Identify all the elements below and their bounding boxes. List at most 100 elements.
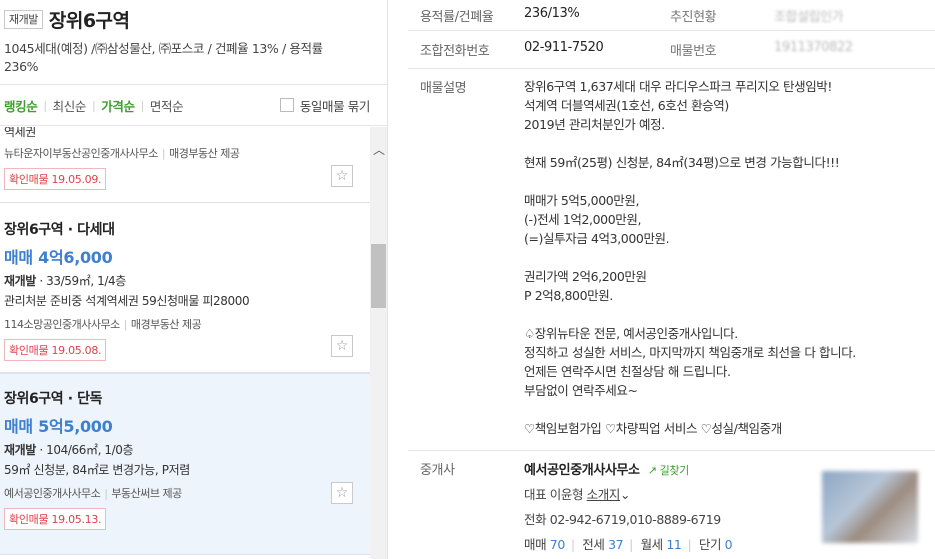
favorite-star-icon[interactable]: ☆ xyxy=(331,165,353,187)
listing-number: 1911370822 xyxy=(774,40,853,55)
union-phone: 02-911-7520 xyxy=(524,40,604,55)
description-line: (-)전세 1억2,000만원, xyxy=(524,212,642,227)
lease-count[interactable]: 37 xyxy=(608,537,624,552)
description-line: 현재 59㎡(25평) 신청분, 84㎡(34평)으로 변경 가능합니다!!! xyxy=(524,155,840,170)
listing-title: 장위6구역 · 단독 xyxy=(4,391,103,407)
listing-description: 관리처분 준비중 석계역세권 59신청매물 피28000 xyxy=(4,294,250,308)
sale-count[interactable]: 70 xyxy=(550,537,566,552)
data-provider: 부동산써브 제공 xyxy=(111,487,182,500)
description-line: 언제든 연락주시면 친절상담 해 드립니다. xyxy=(524,364,731,379)
broker-name: 예서공인중개사사무소 xyxy=(524,463,640,478)
broker-rep: 대표 이윤형 소개지⌄ xyxy=(524,484,734,503)
monthly-count-label: 월세 xyxy=(640,537,664,552)
detail-panel: 용적률/건폐율 236/13% 추진현황 조합설립인가 조합전화번호 02-91… xyxy=(408,0,935,559)
agent-name: 뉴타운자이부동산공인중개사사무소 xyxy=(4,147,158,160)
confirmed-badge: 확인매물 19.05.13. xyxy=(4,508,107,530)
sort-divider: | xyxy=(140,98,145,112)
description-line: P 2억8,800만원. xyxy=(524,288,613,303)
description-line: 장위6구역 1,637세대 대우 라디우스파크 푸리지오 탄생임박! xyxy=(524,79,833,94)
listing-list: 역세권 뉴타운자이부동산공인중개사사무소 | 매경부동산 제공 확인매물 19.05… xyxy=(0,127,370,559)
monthly-count[interactable]: 11 xyxy=(666,537,682,552)
directions-label: 길찾기 xyxy=(659,464,690,477)
listing-type: 재개발 xyxy=(4,443,36,457)
list-item[interactable]: 역세권 뉴타운자이부동산공인중개사사무소 | 매경부동산 제공 확인매물 19.05… xyxy=(0,127,370,203)
sort-divider: | xyxy=(43,98,47,112)
description-line: ♡책임보험가입 ♡차량픽업 서비스 ♡성실/책임중개 xyxy=(524,421,782,436)
phone-label: 조합전화번호 xyxy=(420,44,490,59)
short-count-label: 단기 xyxy=(698,537,722,552)
description-line: (=)실투자금 4억3,000만원. xyxy=(524,231,670,246)
same-listing-toggle[interactable]: 동일매물 묶기 xyxy=(279,96,371,115)
list-item-selected[interactable]: 장위6구역 · 단독 매매 5억5,000 재개발 · 104/66㎡, 1/0… xyxy=(0,373,370,555)
listing-agent: 114소망공인중개사사무소 | 매경부동산 제공 xyxy=(4,318,202,331)
listing-type: 재개발 xyxy=(4,274,36,288)
description-label: 매물설명 xyxy=(420,81,467,96)
sort-bar: 랭킹순 | 최신순 | 가격순 | 면적순 동일매물 묶기 xyxy=(0,84,387,126)
agent-name: 예서공인중개사사무소 xyxy=(4,487,101,500)
data-provider: 매경부동산 제공 xyxy=(130,318,202,331)
sale-count-label: 매매 xyxy=(524,537,547,552)
directions-link[interactable]: ↗ 길찾기 xyxy=(648,464,689,477)
listing-spec: 재개발 · 104/66㎡, 1/0층 xyxy=(4,441,370,458)
favorite-star-icon[interactable]: ☆ xyxy=(331,335,353,357)
listing-scrollbar[interactable]: ︿ xyxy=(370,127,387,559)
intro-link[interactable]: 소개지 xyxy=(587,487,621,502)
sort-area[interactable]: 면적순 xyxy=(150,96,184,115)
description-line xyxy=(524,134,856,153)
description-row: 매물설명 장위6구역 1,637세대 대우 라디우스파크 푸리지오 탄생임박! … xyxy=(408,69,935,451)
ratio-label: 용적률/건폐율 xyxy=(420,9,494,25)
agent-name: 114소망공인중개사사무소 xyxy=(4,318,120,331)
sort-latest[interactable]: 최신순 xyxy=(53,96,87,115)
listing-area-floor: · 33/59㎡, 1/4층 xyxy=(35,274,126,288)
description-text: 장위6구역 1,637세대 대우 라디우스파크 푸리지오 탄생임박! 석계역 더… xyxy=(524,77,856,450)
description-line: 매매가 5억5,000만원, xyxy=(524,193,640,208)
same-listing-label: 동일매물 묶기 xyxy=(299,98,371,114)
sort-divider: | xyxy=(91,98,96,112)
broker-phone: 전화 02-942-6719,010-8889-6719 xyxy=(524,512,721,527)
chevron-down-icon[interactable]: ⌄ xyxy=(620,487,630,502)
progress-value: 조합설립인가 xyxy=(774,9,844,25)
progress-label: 추진현황 xyxy=(670,9,717,25)
representative: 대표 이윤형 xyxy=(524,487,584,502)
listing-agent: 예서공인중개사사무소 | 부동산써브 제공 xyxy=(4,487,182,500)
broker-label: 중개사 xyxy=(420,463,455,478)
panel-gutter xyxy=(388,0,408,559)
listing-spec: 재개발 · 33/59㎡, 1/4층 xyxy=(4,272,370,289)
sort-price[interactable]: 가격순 xyxy=(101,96,135,115)
same-listing-checkbox[interactable] xyxy=(279,98,294,112)
description-line: 권리가액 2억6,200만원 xyxy=(524,269,647,284)
description-line xyxy=(524,248,856,267)
description-line: ♤장위뉴타운 전문, 예서공인중개사입니다. xyxy=(524,326,738,341)
description-line: 정직하고 성실한 서비스, 마지막까지 책임중개로 최선을 다 합니다. xyxy=(524,345,856,360)
listing-description: 59㎡ 신청분, 84㎡로 변경가능, P저렴 xyxy=(4,463,190,477)
data-provider: 매경부동산 제공 xyxy=(169,147,240,160)
broker-info: 예서공인중개사사무소 ↗ 길찾기 대표 이윤형 소개지⌄ 전화 02-942-6… xyxy=(524,459,734,555)
short-count[interactable]: 0 xyxy=(725,537,733,552)
phone-row: 조합전화번호 02-911-7520 매물번호 1911370822 xyxy=(408,31,935,69)
list-item[interactable]: 장위6구역 · 다세대 매매 4억6,000 재개발 · 33/59㎡, 1/4… xyxy=(0,203,370,373)
description-line: 2019년 관리처분인가 예정. xyxy=(524,117,665,132)
description-line xyxy=(524,305,856,324)
broker-name-line: 예서공인중개사사무소 ↗ 길찾기 xyxy=(524,459,734,478)
complex-subtitle: 1045세대(예정) /㈜삼성물산, ㈜포스코 / 건폐율 13% / 용적률 … xyxy=(4,41,323,74)
listing-panel: 재개발 장위6구역 1045세대(예정) /㈜삼성물산, ㈜포스코 / 건폐율 … xyxy=(0,0,388,559)
listing-price: 매매 4억6,000 xyxy=(4,248,113,267)
complex-title: 장위6구역 xyxy=(48,10,130,32)
favorite-star-icon[interactable]: ☆ xyxy=(331,482,353,504)
listing-price: 매매 5억5,000 xyxy=(4,417,113,436)
scrollbar-thumb[interactable] xyxy=(371,244,386,308)
ratio-value: 236/13% xyxy=(524,5,580,21)
confirmed-badge: 확인매물 19.05.09. xyxy=(4,168,107,190)
chevron-up-icon[interactable]: ︿ xyxy=(373,141,385,158)
app: 재개발 장위6구역 1045세대(예정) /㈜삼성물산, ㈜포스코 / 건폐율 … xyxy=(0,0,935,559)
listing-description: 역세권 xyxy=(4,127,36,139)
sort-ranking[interactable]: 랭킹순 xyxy=(4,96,38,115)
complex-header: 재개발 장위6구역 1045세대(예정) /㈜삼성물산, ㈜포스코 / 건폐율 … xyxy=(0,0,387,84)
confirmed-badge: 확인매물 19.05.08. xyxy=(4,339,107,361)
lease-count-label: 전세 xyxy=(582,537,605,552)
listing-title: 장위6구역 · 다세대 xyxy=(4,222,115,238)
listing-number-label: 매물번호 xyxy=(670,44,717,59)
listing-agent: 뉴타운자이부동산공인중개사사무소 | 매경부동산 제공 xyxy=(4,147,240,160)
description-line: 부담없이 연락주세요~ xyxy=(524,383,638,398)
listing-area-floor: · 104/66㎡, 1/0층 xyxy=(35,443,134,457)
